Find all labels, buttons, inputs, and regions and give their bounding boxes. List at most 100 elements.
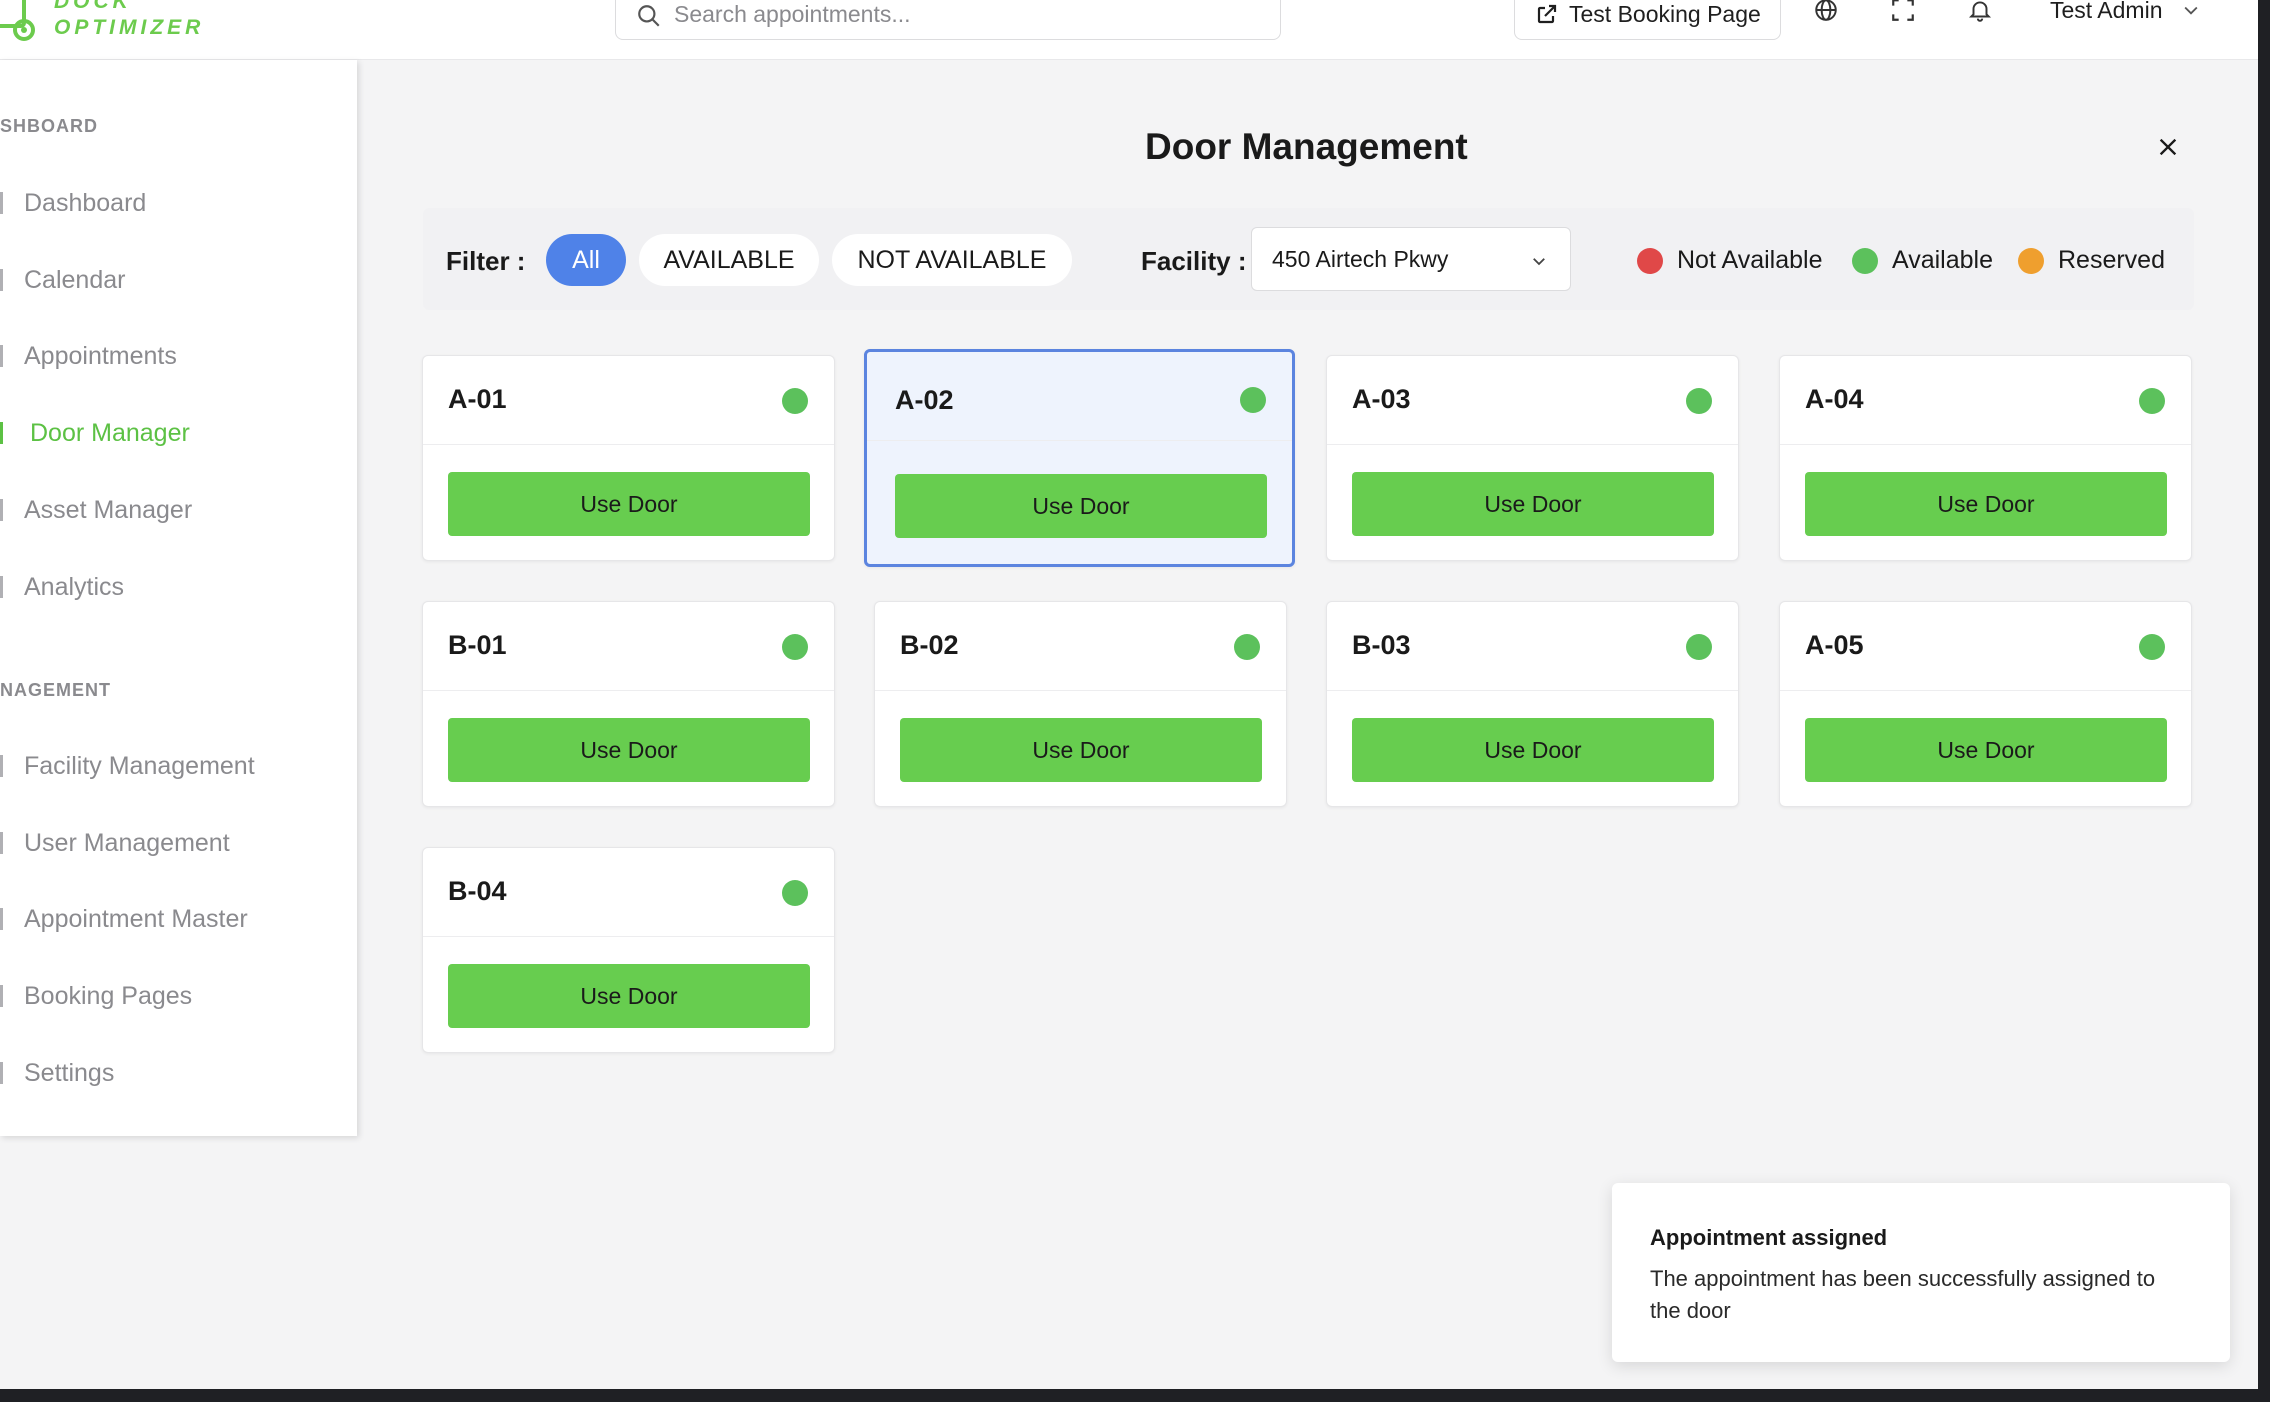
available-status-icon — [2139, 388, 2165, 414]
use-door-button[interactable]: Use Door — [448, 964, 810, 1028]
use-door-button[interactable]: Use Door — [1805, 472, 2167, 536]
analytics-icon — [0, 576, 4, 598]
bell-icon[interactable] — [1962, 0, 1998, 28]
sidebar-item-label: User Management — [24, 828, 230, 857]
sidebar-item-door-manager[interactable]: Door Manager — [0, 408, 357, 458]
globe-icon[interactable] — [1808, 0, 1844, 28]
user-icon — [0, 832, 4, 854]
door-card-b-02[interactable]: B-02 Use Door — [874, 601, 1287, 807]
test-booking-page-label: Test Booking Page — [1569, 0, 1761, 27]
app-window: DOCK OPTIMIZER Test Booking Page — [0, 0, 2258, 1389]
sidebar-item-label: Door Manager — [30, 418, 190, 447]
search-input[interactable] — [674, 0, 1234, 28]
available-status-icon — [782, 388, 808, 414]
use-door-button[interactable]: Use Door — [895, 474, 1267, 538]
door-card-b-01[interactable]: B-01 Use Door — [422, 601, 835, 807]
asset-icon — [0, 499, 4, 521]
door-name: A-02 — [895, 385, 954, 415]
sidebar-section-management: NAGEMENT — [0, 680, 111, 700]
door-card-a-02[interactable]: A-02 Use Door — [864, 349, 1295, 567]
sidebar-item-appointments[interactable]: Appointments — [0, 331, 357, 381]
sidebar-item-facility-management[interactable]: Facility Management — [0, 741, 357, 791]
door-card-a-01[interactable]: A-01 Use Door — [422, 355, 835, 561]
legend-not-available: Not Available — [1637, 246, 1822, 275]
door-name: B-03 — [1352, 630, 1411, 660]
sidebar-item-booking-pages[interactable]: Booking Pages — [0, 971, 357, 1021]
logo-text: DOCK — [54, 0, 132, 13]
search-box[interactable] — [615, 0, 1281, 40]
facility-value: 450 Airtech Pkwy — [1272, 245, 1449, 272]
use-door-button[interactable]: Use Door — [448, 718, 810, 782]
red-dot-icon — [1637, 247, 1663, 274]
available-status-icon — [1686, 388, 1712, 414]
external-link-icon — [1537, 4, 1557, 24]
filter-label: Filter : — [446, 246, 526, 276]
modal-title: Door Management — [1145, 126, 1468, 167]
door-card-b-03[interactable]: B-03 Use Door — [1326, 601, 1739, 807]
use-door-button[interactable]: Use Door — [900, 718, 1262, 782]
door-card-a-05[interactable]: A-05 Use Door — [1779, 601, 2192, 807]
use-door-button[interactable]: Use Door — [1352, 718, 1714, 782]
toast-notification: Appointment assigned The appointment has… — [1612, 1183, 2230, 1362]
truck-logo-icon — [0, 0, 35, 41]
dashboard-icon — [0, 192, 4, 214]
available-status-icon — [782, 880, 808, 906]
sidebar-item-calendar[interactable]: Calendar — [0, 255, 357, 305]
sidebar-item-analytics[interactable]: Analytics — [0, 562, 357, 612]
settings-icon — [0, 1062, 4, 1084]
door-name: A-03 — [1352, 384, 1411, 414]
available-status-icon — [782, 634, 808, 660]
logo-text-2: OPTIMIZER — [54, 16, 205, 39]
fullscreen-icon[interactable] — [1885, 0, 1921, 28]
sidebar-item-label: Booking Pages — [24, 981, 193, 1010]
facility-select[interactable]: 450 Airtech Pkwy — [1251, 227, 1571, 291]
door-name: B-01 — [448, 630, 507, 660]
close-button[interactable] — [2153, 132, 2183, 162]
filter-all[interactable]: All — [546, 234, 626, 286]
available-status-icon — [1686, 634, 1712, 660]
chevron-down-icon — [2184, 6, 2197, 15]
sidebar-item-label: Appointment Master — [24, 904, 248, 933]
filter-bar: Filter : All AVAILABLE NOT AVAILABLE Fac… — [423, 208, 2194, 310]
filter-available[interactable]: AVAILABLE — [639, 234, 819, 286]
legend-available: Available — [1852, 246, 1993, 275]
door-card-b-04[interactable]: B-04 Use Door — [422, 847, 835, 1053]
legend-reserved: Reserved — [2018, 246, 2165, 275]
available-status-icon — [2139, 634, 2165, 660]
door-name: A-05 — [1805, 630, 1864, 660]
orange-dot-icon — [2018, 247, 2044, 274]
close-icon — [2159, 138, 2177, 156]
legend-label: Available — [1892, 246, 1994, 274]
facility-label: Facility : — [1141, 246, 1247, 276]
user-name: Test Admin — [2050, 0, 2163, 23]
door-card-a-03[interactable]: A-03 Use Door — [1326, 355, 1739, 561]
door-name: B-04 — [448, 876, 507, 906]
use-door-button[interactable]: Use Door — [448, 472, 810, 536]
sidebar-item-user-management[interactable]: User Management — [0, 818, 357, 868]
user-menu[interactable]: Test Admin — [2050, 0, 2201, 24]
use-door-button[interactable]: Use Door — [1352, 472, 1714, 536]
door-name: B-02 — [900, 630, 959, 660]
calendar-icon — [0, 269, 4, 291]
sidebar-item-label: Analytics — [24, 572, 125, 601]
sidebar-section-dashboard: SHBOARD — [0, 116, 99, 136]
toast-title: Appointment assigned — [1650, 1225, 1888, 1250]
door-card-a-04[interactable]: A-04 Use Door — [1779, 355, 2192, 561]
chevron-down-icon — [1533, 258, 1545, 266]
sidebar-item-dashboard[interactable]: Dashboard — [0, 178, 357, 228]
use-door-button[interactable]: Use Door — [1805, 718, 2167, 782]
sidebar-item-asset-manager[interactable]: Asset Manager — [0, 485, 357, 535]
available-status-icon — [1234, 634, 1260, 660]
toast-message: The appointment has been successfully as… — [1650, 1266, 2156, 1323]
door-name: A-04 — [1805, 384, 1864, 414]
sidebar-item-appointment-master[interactable]: Appointment Master — [0, 894, 357, 944]
sidebar-item-label: Calendar — [24, 265, 126, 294]
legend-label: Not Available — [1677, 246, 1823, 274]
green-dot-icon — [1852, 247, 1878, 274]
logo: DOCK OPTIMIZER — [0, 0, 220, 50]
available-status-icon — [1240, 387, 1266, 413]
legend-label: Reserved — [2058, 246, 2165, 274]
test-booking-page-button[interactable]: Test Booking Page — [1514, 0, 1781, 40]
filter-not-available[interactable]: NOT AVAILABLE — [832, 234, 1072, 286]
sidebar-item-settings[interactable]: Settings — [0, 1048, 357, 1098]
